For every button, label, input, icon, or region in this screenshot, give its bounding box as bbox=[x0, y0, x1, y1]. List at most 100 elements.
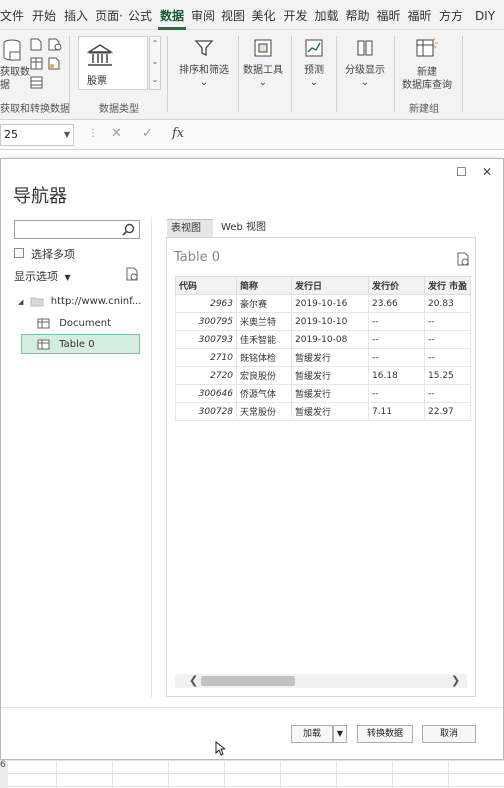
table-cell: -- bbox=[368, 348, 425, 367]
refresh-icon[interactable] bbox=[125, 267, 139, 281]
table-cell: 2720 bbox=[175, 366, 237, 385]
close-icon[interactable]: ✕ bbox=[482, 165, 492, 179]
tab-developer[interactable]: 开发 bbox=[282, 7, 309, 27]
chevron-up-icon[interactable]: ⌃ bbox=[150, 39, 160, 48]
tab-foxit-1[interactable]: 福昕 bbox=[375, 7, 402, 27]
tab-table-view[interactable]: 表视图 bbox=[167, 219, 213, 237]
database-icon[interactable] bbox=[2, 38, 22, 64]
row-number: 6 bbox=[0, 760, 6, 770]
tab-diy[interactable]: DIY bbox=[469, 7, 501, 27]
table-row: 300728 天常股份 暂缓发行 7.11 22.97 bbox=[175, 402, 472, 421]
tree-item-web-source[interactable]: ◢ http://www.cninf... bbox=[18, 292, 142, 312]
search-input[interactable] bbox=[14, 220, 140, 239]
table-icon bbox=[37, 339, 50, 349]
from-text-icon[interactable] bbox=[30, 38, 42, 51]
forecast-icon[interactable] bbox=[304, 38, 324, 58]
dialog-title: 导航器 bbox=[13, 186, 67, 207]
recent-sources-icon[interactable] bbox=[48, 57, 62, 70]
chevron-down-icon[interactable]: ⌄ bbox=[150, 57, 160, 66]
maximize-icon[interactable]: ☐ bbox=[456, 165, 467, 179]
chevron-down-icon[interactable]: ⌄ bbox=[257, 76, 269, 89]
tab-page-layout[interactable]: 页面· bbox=[95, 7, 123, 27]
table-row: 2710 既铭体检 暂缓发行 -- -- bbox=[175, 348, 472, 367]
display-options-dropdown[interactable]: 显示选项 ▼ bbox=[14, 268, 71, 284]
existing-connections-icon[interactable] bbox=[30, 76, 43, 89]
column-header: 发行 市盈 bbox=[423, 276, 472, 295]
tree-item-document[interactable]: Document bbox=[37, 314, 141, 334]
chevron-down-icon[interactable]: ▼ bbox=[64, 125, 70, 145]
table-cell: 暂缓发行 bbox=[291, 366, 369, 385]
name-box[interactable]: 25 ▼ bbox=[0, 124, 74, 146]
table-cell: 天常股份 bbox=[236, 402, 292, 421]
column-header: 发行价 bbox=[368, 276, 425, 295]
data-type-stocks-button[interactable]: 股票 bbox=[78, 36, 148, 90]
caret-down-icon: ▼ bbox=[336, 729, 344, 738]
table-cell: -- bbox=[423, 348, 472, 367]
drag-handle-icon[interactable]: ⋮ bbox=[88, 128, 98, 139]
mouse-cursor-icon bbox=[215, 741, 225, 756]
ribbon-separator bbox=[291, 36, 292, 112]
load-button[interactable]: 加载 bbox=[291, 725, 333, 743]
new-database-query-button[interactable]: 新建 数据库查询 bbox=[396, 66, 458, 92]
table-cell: 300795 bbox=[175, 312, 237, 331]
table-row: 300793 佳禾智能 2019-10-08 -- -- bbox=[175, 330, 472, 349]
table-icon bbox=[37, 318, 50, 328]
from-table-icon[interactable] bbox=[30, 57, 43, 70]
transform-data-button[interactable]: 转换数据 bbox=[357, 725, 413, 743]
cancel-button[interactable]: 取消 bbox=[422, 725, 476, 743]
tab-home[interactable]: 开始 bbox=[31, 7, 57, 27]
gallery-more-icon[interactable]: ⌄ bbox=[150, 75, 160, 84]
table-cell: -- bbox=[423, 384, 472, 403]
tab-help[interactable]: 帮助 bbox=[344, 7, 371, 27]
filter-icon[interactable] bbox=[194, 38, 214, 58]
enter-entry-button[interactable]: ✓ bbox=[142, 126, 153, 141]
insert-function-button[interactable]: fx bbox=[172, 126, 184, 141]
data-tools-icon[interactable] bbox=[253, 38, 273, 58]
cancel-entry-button[interactable]: ✕ bbox=[111, 126, 122, 141]
tab-fangfang[interactable]: 方方 bbox=[437, 7, 465, 27]
worksheet-grid[interactable] bbox=[0, 760, 504, 788]
pane-divider[interactable] bbox=[151, 217, 152, 697]
outline-icon[interactable] bbox=[355, 38, 375, 58]
horizontal-scrollbar[interactable]: ❮ ❯ bbox=[175, 674, 467, 688]
new-database-query-icon[interactable] bbox=[415, 38, 439, 60]
tab-foxit-2[interactable]: 福昕 bbox=[406, 7, 433, 27]
excel-window: 文件 开始 插入 页面· 公式 数据 审阅 视图 美化 开发 加载 帮助 福昕 … bbox=[0, 0, 504, 788]
scroll-left-icon[interactable]: ❮ bbox=[189, 674, 198, 688]
tab-addins[interactable]: 加载 bbox=[313, 7, 340, 27]
group-label-get-transform: 获取和转换数据 bbox=[0, 104, 70, 115]
tab-web-view[interactable]: Web 视图 bbox=[217, 219, 269, 237]
select-multiple-label[interactable]: 选择多项 bbox=[31, 246, 75, 262]
tab-beautify[interactable]: 美化 bbox=[250, 7, 277, 27]
tab-view[interactable]: 视图 bbox=[220, 7, 246, 27]
tab-file[interactable]: 文件 bbox=[0, 7, 24, 27]
table-cell: 2963 bbox=[175, 294, 237, 313]
chevron-down-icon[interactable]: ⌄ bbox=[359, 76, 371, 89]
tree-item-label: Document bbox=[59, 318, 111, 329]
ribbon-separator bbox=[336, 36, 337, 112]
tab-data[interactable]: 数据 bbox=[158, 7, 186, 27]
tree-item-table0[interactable]: Table 0 bbox=[21, 334, 140, 354]
worksheet-area[interactable] bbox=[0, 150, 504, 158]
scroll-right-icon[interactable]: ❯ bbox=[451, 674, 460, 688]
scrollbar-thumb[interactable] bbox=[201, 676, 295, 686]
data-type-label: 股票 bbox=[87, 76, 107, 87]
tree-item-label: http://www.cninf... bbox=[50, 296, 142, 307]
row-header[interactable]: 6 bbox=[0, 760, 8, 788]
chevron-down-icon[interactable]: ⌄ bbox=[308, 76, 320, 89]
tab-insert[interactable]: 插入 bbox=[63, 7, 89, 27]
collapse-caret-icon[interactable]: ◢ bbox=[18, 298, 23, 306]
table-cell: 23.66 bbox=[368, 294, 425, 313]
gallery-scroll[interactable]: ⌃ ⌄ ⌄ bbox=[149, 36, 161, 90]
chevron-down-icon[interactable]: ⌄ bbox=[198, 76, 210, 89]
tab-formulas[interactable]: 公式 bbox=[127, 7, 153, 27]
tab-review[interactable]: 审阅 bbox=[190, 7, 216, 27]
refresh-icon[interactable] bbox=[456, 252, 470, 266]
table-cell: -- bbox=[423, 330, 472, 349]
load-options-button[interactable]: ▼ bbox=[333, 725, 347, 743]
table-cell: 20.83 bbox=[423, 294, 472, 313]
from-web-icon[interactable] bbox=[48, 38, 62, 51]
search-icon[interactable] bbox=[122, 223, 135, 236]
select-multiple-checkbox[interactable] bbox=[14, 248, 24, 258]
get-data-button[interactable]: 获取数 据 bbox=[0, 66, 30, 92]
